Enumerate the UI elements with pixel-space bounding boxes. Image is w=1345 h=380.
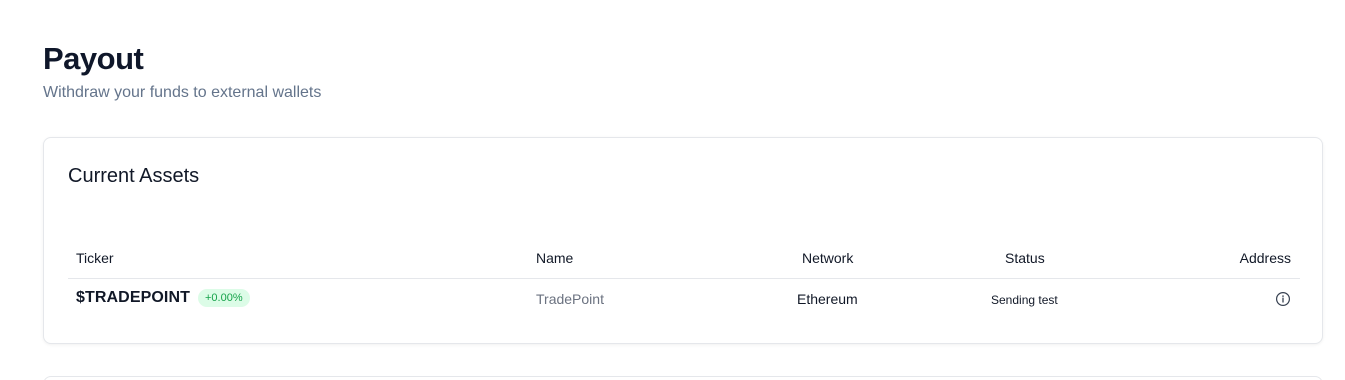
- info-icon[interactable]: [1275, 291, 1291, 307]
- column-header-address: Address: [1239, 250, 1291, 266]
- ticker-cell: $TRADEPOINT +0.00%: [76, 289, 250, 307]
- column-header-name: Name: [536, 250, 574, 266]
- table-row: $TRADEPOINT +0.00% TradePoint Ethereum S…: [68, 279, 1300, 320]
- card-title: Current Assets: [68, 165, 200, 187]
- info-icon-graphic: [1275, 291, 1291, 307]
- current-assets-card: Current Assets Ticker Name Network Statu…: [43, 137, 1323, 344]
- asset-network: Ethereum: [797, 291, 858, 307]
- asset-name: TradePoint: [536, 291, 604, 307]
- column-header-network: Network: [802, 250, 854, 266]
- table-header: Ticker Name Network Status Address: [68, 238, 1300, 279]
- change-badge: +0.00%: [198, 289, 250, 307]
- column-header-status: Status: [1005, 250, 1045, 266]
- page-title: Payout: [43, 41, 144, 76]
- next-card: [43, 376, 1323, 380]
- column-header-ticker: Ticker: [76, 250, 114, 266]
- page-subtitle: Withdraw your funds to external wallets: [43, 84, 322, 101]
- asset-status: Sending test: [991, 293, 1058, 307]
- payout-page: Payout Withdraw your funds to external w…: [0, 0, 1345, 380]
- ticker-symbol: $TRADEPOINT: [76, 289, 190, 306]
- assets-table: Ticker Name Network Status Address $TRAD…: [68, 238, 1300, 320]
